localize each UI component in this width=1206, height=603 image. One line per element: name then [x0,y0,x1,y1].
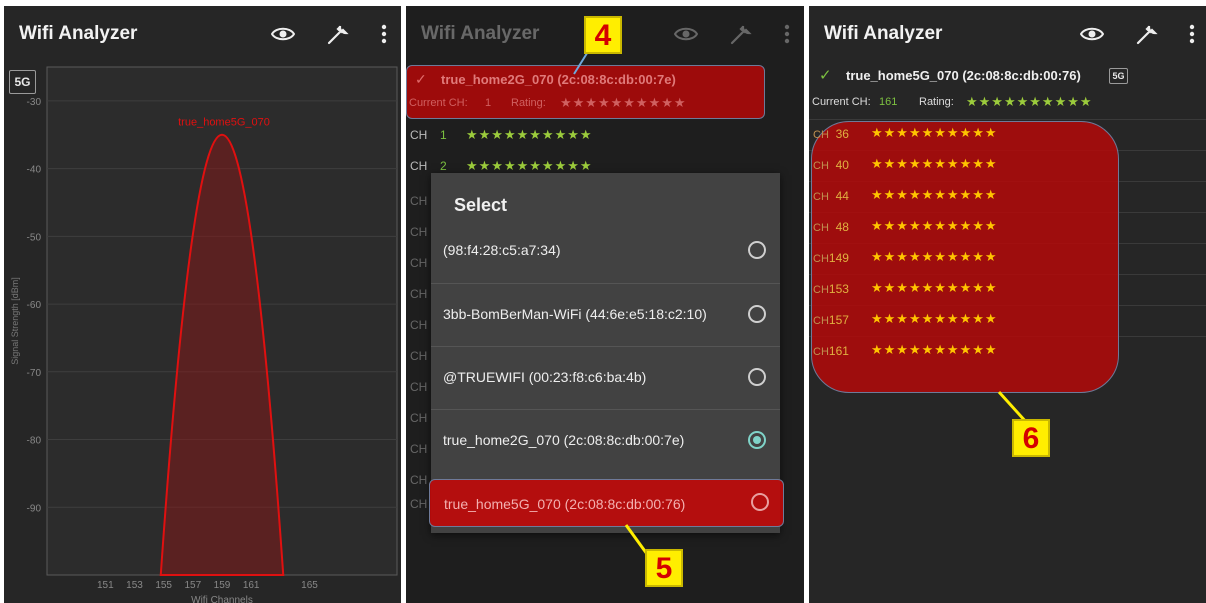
y-tick-label: -70 [27,368,42,379]
app-bar: Wifi Analyzer [4,6,401,62]
y-tick-label: -30 [27,97,42,108]
x-axis-label: Wifi Channels [191,595,253,603]
callout-badge: 5 [645,549,683,587]
channel-graph-panel: Wifi Analyzer 5G -30 -40 -50 -60 -70 -80 -90 15… [4,6,401,603]
callout-badge: 6 [1012,419,1050,457]
callout-pointer [997,390,1029,425]
y-axis-label: Signal Strength [dBm] [10,277,20,365]
access-point-select-panel: Wifi Analyzer ✓ true_home2G_070 (2c:08:8… [406,6,804,603]
callout-badge: 4 [584,16,622,54]
app-title: Wifi Analyzer [19,23,138,44]
x-tick-label: 159 [214,580,231,591]
x-tick-label: 153 [126,580,143,591]
more-vert-icon[interactable] [372,22,396,46]
y-tick-label: -60 [27,300,42,311]
signal-chart: -30 -40 -50 -60 -70 -80 -90 151 153 155 157 159 161 1… [10,66,398,603]
y-tick-label: -50 [27,232,42,243]
x-tick-label: 161 [243,580,260,591]
y-tick-label: -90 [27,503,42,514]
eye-icon[interactable] [271,22,295,46]
wrench-icon[interactable] [326,22,350,46]
x-tick-label: 157 [184,580,201,591]
channel-rating-panel: Wifi Analyzer ✓ true_home5G_070 (2c:08:8… [809,6,1206,603]
y-tick-label: -40 [27,165,42,176]
y-tick-label: -80 [27,436,42,447]
x-tick-label: 155 [155,580,172,591]
signal-curve-label: true_home5G_070 [178,117,270,129]
x-tick-label: 165 [301,580,318,591]
x-tick-label: 151 [97,580,114,591]
callout-pointers [573,49,649,555]
